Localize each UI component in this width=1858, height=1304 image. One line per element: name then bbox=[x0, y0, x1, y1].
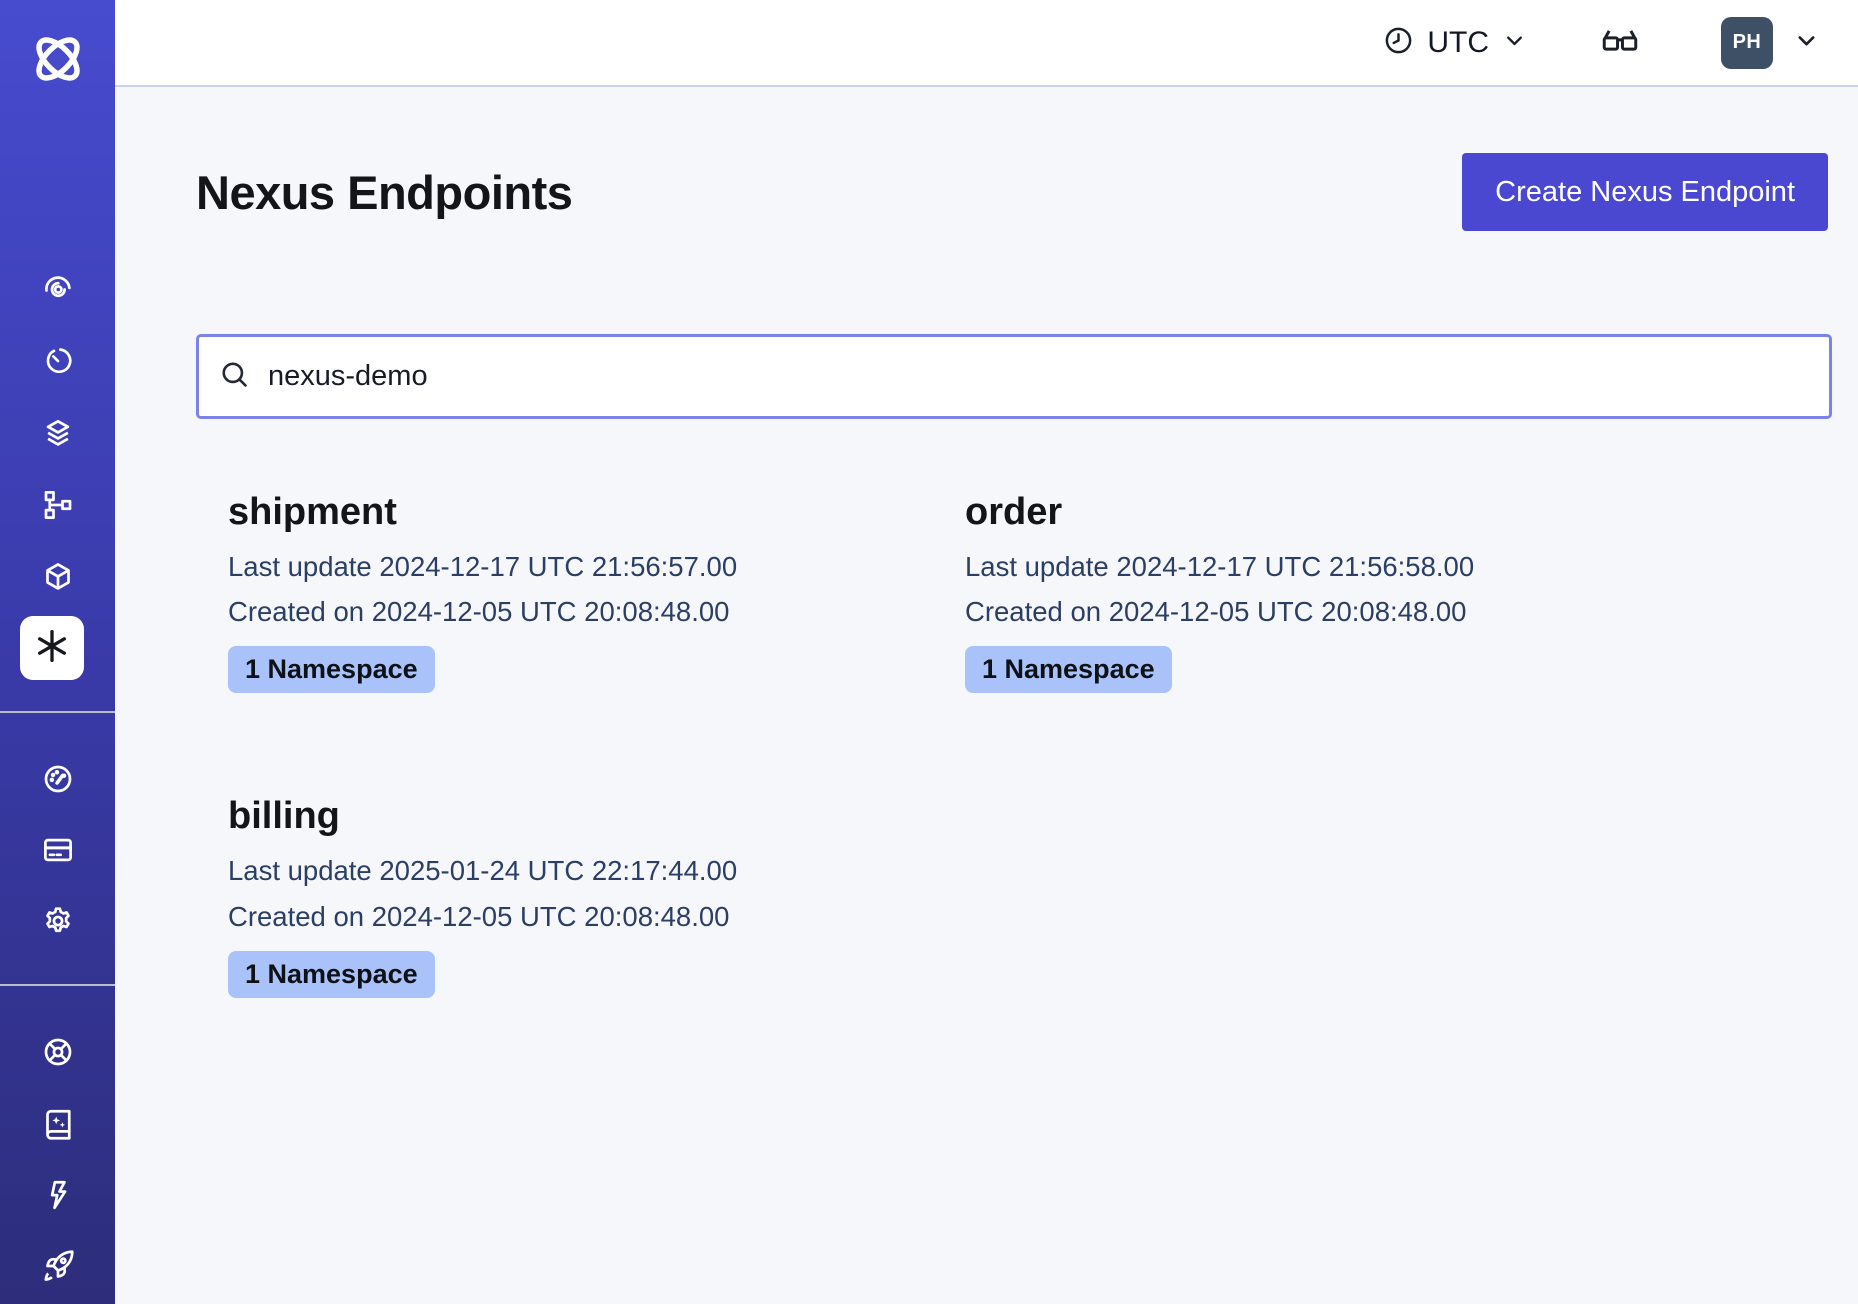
search-icon bbox=[218, 358, 251, 396]
temporal-logo-icon bbox=[27, 28, 89, 95]
book-sparkles-icon bbox=[40, 1106, 76, 1142]
labs-mode-toggle[interactable] bbox=[1599, 19, 1641, 66]
create-nexus-endpoint-button[interactable]: Create Nexus Endpoint bbox=[1462, 153, 1828, 231]
sidebar-item-getting-started[interactable] bbox=[0, 1242, 115, 1290]
endpoint-card[interactable]: order Last update 2024-12-17 UTC 21:56:5… bbox=[965, 489, 1702, 693]
sidebar-divider bbox=[0, 984, 115, 986]
orbit-icon bbox=[40, 270, 76, 306]
sidebar-item-feedback[interactable] bbox=[0, 1171, 115, 1219]
namespace-count-badge: 1 Namespace bbox=[965, 646, 1172, 693]
endpoint-last-update: Last update 2025-01-24 UTC 22:17:44.00 bbox=[228, 851, 965, 891]
help-wheel-icon bbox=[40, 1034, 76, 1070]
search-input[interactable] bbox=[266, 359, 1810, 394]
gauge-icon bbox=[40, 761, 76, 797]
endpoints-grid: shipment Last update 2024-12-17 UTC 21:5… bbox=[228, 489, 1832, 998]
endpoint-created-on: Created on 2024-12-05 UTC 20:08:48.00 bbox=[965, 592, 1702, 632]
endpoint-name: shipment bbox=[228, 489, 965, 537]
sidebar-item-nexus[interactable] bbox=[20, 616, 84, 680]
sidebar-item-usage[interactable] bbox=[0, 755, 115, 803]
page-title: Nexus Endpoints bbox=[196, 165, 572, 220]
sidebar-divider bbox=[0, 711, 115, 713]
endpoint-last-update: Last update 2024-12-17 UTC 21:56:58.00 bbox=[965, 547, 1702, 587]
sidebar-item-deployments[interactable] bbox=[0, 409, 115, 457]
network-icon bbox=[40, 487, 76, 523]
gear-icon bbox=[40, 903, 76, 939]
lightning-icon bbox=[40, 1177, 76, 1213]
temporal-logo[interactable] bbox=[0, 28, 115, 95]
sidebar-item-workflows[interactable] bbox=[0, 264, 115, 312]
timezone-label: UTC bbox=[1427, 26, 1489, 60]
search-bar bbox=[196, 334, 1832, 419]
main-content: Nexus Endpoints Create Nexus Endpoint sh… bbox=[115, 87, 1858, 1304]
endpoint-name: order bbox=[965, 489, 1702, 537]
endpoint-created-on: Created on 2024-12-05 UTC 20:08:48.00 bbox=[228, 897, 965, 937]
avatar: PH bbox=[1721, 17, 1773, 69]
timer-icon bbox=[40, 342, 76, 378]
sidebar-item-support[interactable] bbox=[0, 1028, 115, 1076]
namespace-count-badge: 1 Namespace bbox=[228, 646, 435, 693]
page-header: Nexus Endpoints Create Nexus Endpoint bbox=[196, 153, 1828, 231]
sidebar-item-docs[interactable] bbox=[0, 1100, 115, 1148]
account-menu[interactable]: PH bbox=[1721, 17, 1820, 69]
topbar: UTC PH bbox=[115, 0, 1858, 87]
endpoint-name: billing bbox=[228, 793, 965, 841]
chevron-down-icon bbox=[1502, 28, 1527, 58]
sidebar-item-billing[interactable] bbox=[0, 826, 115, 874]
endpoint-last-update: Last update 2024-12-17 UTC 21:56:57.00 bbox=[228, 547, 965, 587]
sidebar bbox=[0, 0, 115, 1304]
endpoint-card[interactable]: shipment Last update 2024-12-17 UTC 21:5… bbox=[228, 489, 965, 693]
chevron-down-icon bbox=[1793, 27, 1820, 59]
layers-icon bbox=[40, 415, 76, 451]
nexus-asterisk-icon bbox=[32, 626, 72, 671]
endpoint-card[interactable]: billing Last update 2025-01-24 UTC 22:17… bbox=[228, 793, 965, 997]
sidebar-item-task-queues[interactable] bbox=[0, 481, 115, 529]
endpoint-created-on: Created on 2024-12-05 UTC 20:08:48.00 bbox=[228, 592, 965, 632]
glasses-icon bbox=[1599, 19, 1641, 66]
timezone-selector[interactable]: UTC bbox=[1383, 25, 1527, 61]
sidebar-item-settings[interactable] bbox=[0, 897, 115, 945]
credit-card-icon bbox=[40, 832, 76, 868]
sidebar-item-schedules[interactable] bbox=[0, 336, 115, 384]
cube-icon bbox=[40, 559, 76, 595]
rocket-icon bbox=[40, 1248, 76, 1284]
namespace-count-badge: 1 Namespace bbox=[228, 951, 435, 998]
sidebar-item-archival[interactable] bbox=[0, 553, 115, 601]
clock-icon bbox=[1383, 25, 1414, 61]
